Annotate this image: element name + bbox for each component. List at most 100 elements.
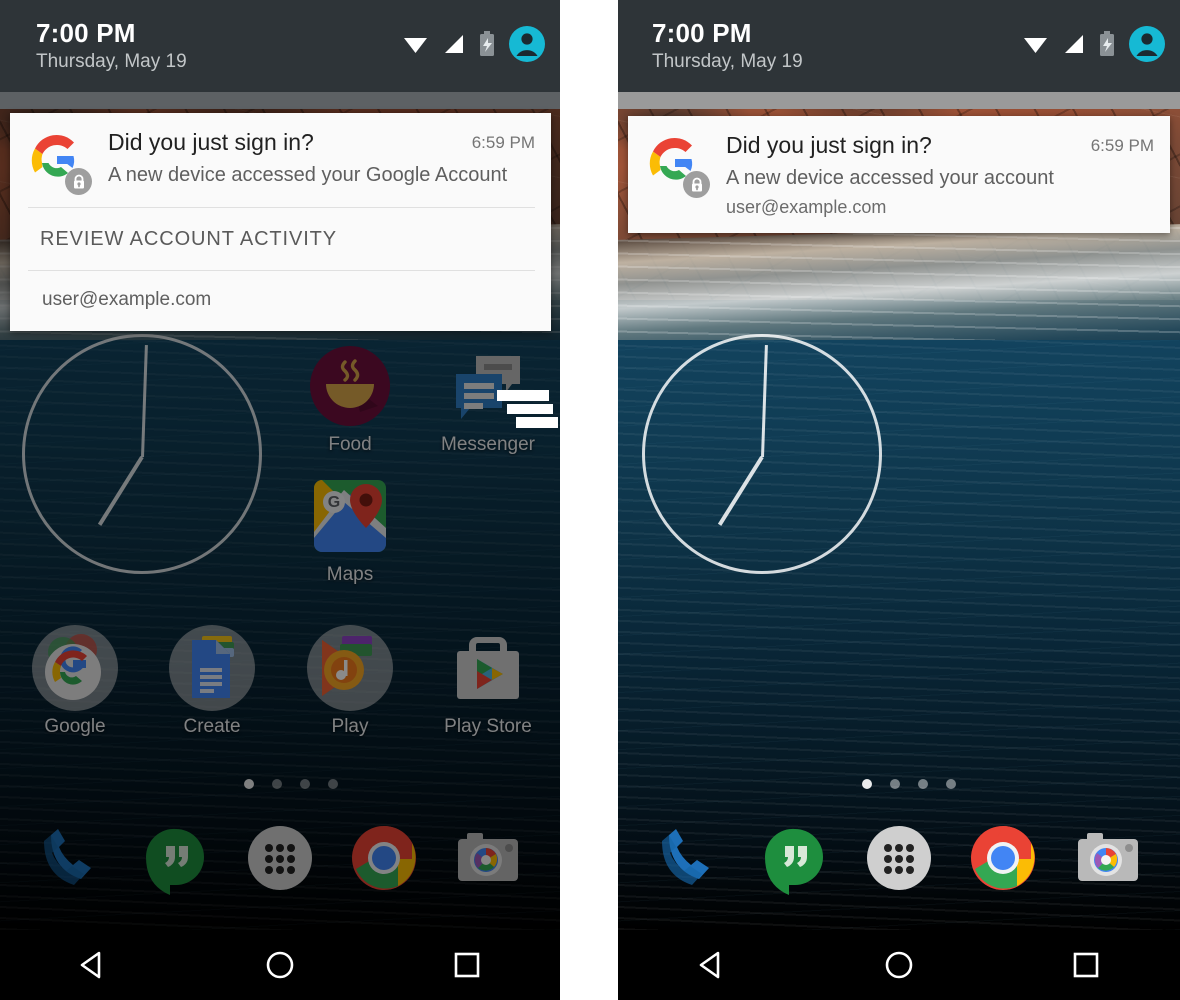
wifi-icon <box>1022 33 1049 60</box>
analog-clock-widget[interactable] <box>642 334 882 574</box>
dock-chrome-button[interactable] <box>347 821 421 900</box>
page-dot-3[interactable] <box>300 779 310 789</box>
app-google-folder-left[interactable]: Google <box>15 622 135 738</box>
dock-right <box>618 805 1180 915</box>
dock-chrome-button[interactable] <box>966 821 1040 900</box>
page-dot-4[interactable] <box>946 779 956 789</box>
status-time: 7:00 PM <box>36 17 136 48</box>
notification-main-row: Did you just sign in? 6:59 PM A new devi… <box>10 113 551 207</box>
notification-card-right[interactable]: Did you just sign in? 6:59 PM A new devi… <box>628 116 1170 234</box>
notification-body: Did you just sign in? 6:59 PM A new devi… <box>708 132 1154 219</box>
lock-icon <box>65 168 92 195</box>
app-label: Play <box>331 716 369 737</box>
clock-minute-hand <box>140 345 148 458</box>
clock-hour-hand <box>97 455 144 526</box>
page-dot-2[interactable] <box>890 779 900 789</box>
status-icons <box>402 25 546 68</box>
svg-text:G: G <box>328 494 340 511</box>
dismiss-artifact-bar <box>516 417 558 428</box>
app-play-store-left[interactable]: Play Store <box>428 622 548 738</box>
analog-clock-widget[interactable] <box>22 334 262 574</box>
home-icon[interactable] <box>220 948 340 982</box>
back-icon[interactable] <box>652 948 772 982</box>
dock-app-drawer-button[interactable] <box>862 821 936 900</box>
battery-charging-icon <box>478 30 496 62</box>
dock-phone-button[interactable] <box>35 821 109 900</box>
notification-app-icon <box>646 134 710 198</box>
notification-account-email: user@example.com <box>726 196 887 217</box>
shade-handle-band-left[interactable] <box>0 92 560 109</box>
app-label: Food <box>328 434 372 455</box>
dismiss-artifact-bar <box>507 404 553 414</box>
status-date: Thursday, May 19 <box>652 51 803 73</box>
app-label: Messenger <box>441 434 535 455</box>
shade-handle-band-right[interactable] <box>618 92 1180 109</box>
status-bar-right: 7:00 PM Thursday, May 19 <box>618 0 1180 92</box>
app-play-folder-left[interactable]: Play <box>290 622 410 738</box>
app-food-left[interactable]: Food <box>290 340 410 456</box>
notification-text: A new device accessed your account <box>726 166 1054 189</box>
cell-signal-icon <box>441 33 466 60</box>
app-label: Play Store <box>444 716 532 737</box>
app-create-folder-left[interactable]: Create <box>152 622 272 738</box>
status-clock-block: 7:00 PM Thursday, May 19 <box>652 18 803 74</box>
recents-icon[interactable] <box>1026 948 1146 982</box>
page-indicator-right[interactable] <box>862 779 956 789</box>
status-clock-block: 7:00 PM Thursday, May 19 <box>36 18 187 74</box>
dock-hangouts-button[interactable] <box>758 821 832 900</box>
app-label: Maps <box>326 564 374 585</box>
notification-time: 6:59 PM <box>471 133 535 152</box>
page-dot-2[interactable] <box>272 779 282 789</box>
lock-icon <box>683 171 710 198</box>
status-icons <box>1022 25 1166 68</box>
notification-title: Did you just sign in? <box>726 132 932 158</box>
play-folder-icon <box>290 622 410 714</box>
status-bar-left: 7:00 PM Thursday, May 19 <box>0 0 560 92</box>
clock-hour-hand <box>717 455 764 526</box>
review-account-activity-button[interactable]: REVIEW ACCOUNT ACTIVITY <box>10 208 551 270</box>
dock-camera-button[interactable] <box>1071 821 1145 900</box>
battery-charging-icon <box>1098 30 1116 62</box>
home-icon[interactable] <box>839 948 959 982</box>
notification-card-left[interactable]: Did you just sign in? 6:59 PM A new devi… <box>10 113 551 331</box>
page-dot-3[interactable] <box>918 779 928 789</box>
dock-phone-button[interactable] <box>653 821 727 900</box>
dock-hangouts-button[interactable] <box>139 821 213 900</box>
app-label: Create <box>183 716 241 737</box>
user-avatar-icon[interactable] <box>1128 25 1166 68</box>
clock-minute-hand <box>760 345 768 458</box>
recents-icon[interactable] <box>407 948 527 982</box>
status-time: 7:00 PM <box>652 17 752 48</box>
notification-body: Did you just sign in? 6:59 PM A new devi… <box>90 129 535 193</box>
dual-phone-screenshot: Food Messenger G Maps Google Create Play… <box>0 0 1180 1000</box>
food-bowl-icon <box>290 340 410 432</box>
navigation-bar-left <box>0 930 560 1000</box>
wifi-icon <box>402 33 429 60</box>
back-icon[interactable] <box>33 948 153 982</box>
phone-screen-right: Food Messenger <box>618 0 1180 1000</box>
phone-screen-left: Food Messenger G Maps Google Create Play… <box>0 0 560 1000</box>
google-maps-icon: G <box>290 470 410 562</box>
page-dot-4[interactable] <box>328 779 338 789</box>
cell-signal-icon <box>1061 33 1086 60</box>
dock-app-drawer-button[interactable] <box>243 821 317 900</box>
notification-app-icon <box>28 131 92 195</box>
page-indicator-left[interactable] <box>244 779 338 789</box>
page-dot-1[interactable] <box>862 779 872 789</box>
user-avatar-icon[interactable] <box>508 25 546 68</box>
play-store-icon <box>428 622 548 714</box>
notification-title: Did you just sign in? <box>108 129 314 155</box>
dock-camera-button[interactable] <box>451 821 525 900</box>
app-maps-left[interactable]: G Maps <box>290 470 410 586</box>
notification-account-email: user@example.com <box>42 289 212 310</box>
notification-time: 6:59 PM <box>1090 136 1154 155</box>
notification-text: A new device accessed your Google Accoun… <box>108 163 508 186</box>
dock-left <box>0 805 560 915</box>
notification-main-row: Did you just sign in? 6:59 PM A new devi… <box>628 116 1170 233</box>
page-dot-1[interactable] <box>244 779 254 789</box>
app-label: Google <box>44 716 106 737</box>
create-folder-icon <box>152 622 272 714</box>
google-folder-icon <box>15 622 135 714</box>
dismiss-artifact-bar <box>497 390 549 401</box>
navigation-bar-right <box>618 930 1180 1000</box>
